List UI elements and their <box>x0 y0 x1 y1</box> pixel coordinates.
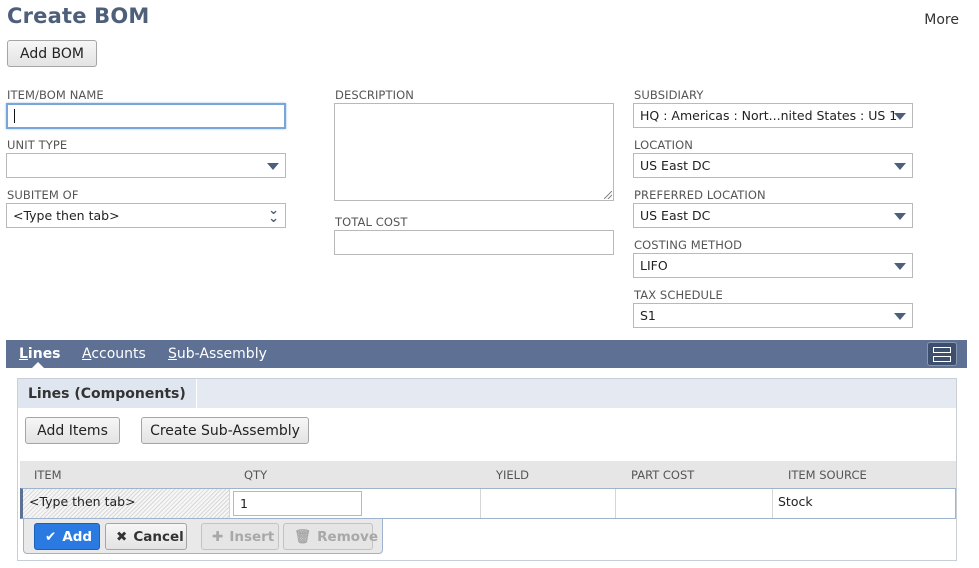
subitem-of-input[interactable]: <Type then tab> ⌄ ⌄ <box>6 203 286 228</box>
tax-schedule-select[interactable]: S1 <box>633 303 913 328</box>
column-header-item-source: ITEM SOURCE <box>788 468 867 482</box>
subtab-strip: Lines (Components) <box>18 379 956 408</box>
tab-sub-assembly-label: ub-Assembly <box>176 346 267 362</box>
item-bom-name-input[interactable] <box>6 103 286 129</box>
unit-type-label: UNIT TYPE <box>7 138 68 152</box>
row-qty-input[interactable]: 1 <box>233 491 362 516</box>
checkmark-icon: ✔ <box>45 528 57 545</box>
row-qty-value: 1 <box>240 496 248 511</box>
plus-icon: ✚ <box>212 528 224 545</box>
column-header-item: ITEM <box>34 468 62 482</box>
resize-grip-icon[interactable] <box>604 191 612 199</box>
row-item-source-value[interactable]: Stock <box>778 494 813 509</box>
location-value: US East DC <box>640 158 711 173</box>
add-bom-button[interactable]: Add BOM <box>7 40 97 67</box>
subsidiary-value: HQ : Americas : Nort...nited States : US… <box>640 108 898 123</box>
layout-toggle-icon[interactable] <box>927 342 957 366</box>
costing-method-value: LIFO <box>640 258 668 273</box>
active-tab-pointer <box>32 362 44 368</box>
double-chevron-down-icon[interactable]: ⌄ ⌄ <box>268 204 279 225</box>
add-line-button[interactable]: ✔ Add <box>34 523 100 550</box>
column-header-part-cost: PART COST <box>631 468 695 482</box>
subsidiary-label: SUBSIDIARY <box>634 88 704 102</box>
item-bom-name-label: ITEM/BOM NAME <box>7 88 104 102</box>
tab-accounts-label: ccounts <box>91 346 146 362</box>
chevron-down-icon <box>267 163 279 170</box>
preferred-location-select[interactable]: US East DC <box>633 203 913 228</box>
subitem-of-value: <Type then tab> <box>13 208 120 223</box>
remove-line-button[interactable]: 🗑 Remove <box>283 523 378 550</box>
unit-type-select[interactable] <box>6 153 286 178</box>
page-title: Create BOM <box>7 4 150 28</box>
add-items-button[interactable]: Add Items <box>25 417 120 444</box>
row-item-input[interactable]: <Type then tab> <box>29 494 136 509</box>
preferred-location-value: US East DC <box>640 208 711 223</box>
cancel-line-label: Cancel <box>133 528 184 545</box>
total-cost-label: TOTAL COST <box>335 215 408 229</box>
trash-icon: 🗑 <box>294 528 312 545</box>
insert-line-label: Insert <box>229 528 275 545</box>
tab-sub-assembly-mnemonic: S <box>168 346 177 362</box>
description-textarea[interactable] <box>334 103 614 201</box>
total-cost-input[interactable] <box>334 230 614 255</box>
cancel-line-button[interactable]: ✖ Cancel <box>105 523 187 550</box>
location-label: LOCATION <box>634 138 693 152</box>
chevron-down-icon <box>894 313 906 320</box>
tab-lines-mnemonic: L <box>19 346 28 362</box>
tab-accounts-mnemonic: A <box>82 346 92 362</box>
subsidiary-select[interactable]: HQ : Americas : Nort...nited States : US… <box>633 103 913 128</box>
chevron-down-icon <box>894 163 906 170</box>
cell-divider <box>772 489 773 518</box>
tax-schedule-label: TAX SCHEDULE <box>634 288 723 302</box>
preferred-location-label: PREFERRED LOCATION <box>634 188 766 202</box>
location-select[interactable]: US East DC <box>633 153 913 178</box>
insert-line-button[interactable]: ✚ Insert <box>201 523 279 550</box>
table-row[interactable]: <Type then tab> 1 Stock <box>20 488 956 519</box>
column-header-yield: YIELD <box>496 468 529 482</box>
subitem-of-label: SUBITEM OF <box>7 188 79 202</box>
grid-header: ITEM QTY YIELD PART COST ITEM SOURCE <box>20 461 956 488</box>
description-label: DESCRIPTION <box>335 88 414 102</box>
chevron-down-icon <box>894 213 906 220</box>
tax-schedule-value: S1 <box>640 308 656 323</box>
text-cursor <box>14 109 15 123</box>
cell-divider <box>229 489 230 518</box>
remove-line-label: Remove <box>317 528 378 545</box>
chevron-down-icon <box>894 263 906 270</box>
tab-accounts[interactable]: Accounts <box>82 346 146 362</box>
close-icon: ✖ <box>116 528 128 545</box>
more-menu-link[interactable]: More <box>924 12 959 28</box>
subtab-bar: Lines Accounts Sub-Assembly <box>6 340 967 368</box>
costing-method-select[interactable]: LIFO <box>633 253 913 278</box>
tab-lines-label: ines <box>27 346 61 362</box>
lines-panel: Lines (Components) Add Items Create Sub-… <box>17 378 957 561</box>
tab-lines[interactable]: Lines <box>19 346 61 362</box>
create-sub-assembly-button[interactable]: Create Sub-Assembly <box>141 417 309 444</box>
cell-divider <box>480 489 481 518</box>
chevron-down-icon <box>894 113 906 120</box>
row-actions-bar: ✔ Add ✖ Cancel ✚ Insert 🗑 Remove <box>23 519 383 554</box>
cell-divider <box>615 489 616 518</box>
tab-sub-assembly[interactable]: Sub-Assembly <box>168 346 267 362</box>
costing-method-label: COSTING METHOD <box>634 238 743 252</box>
subtab-lines-components[interactable]: Lines (Components) <box>18 379 197 408</box>
add-line-label: Add <box>62 528 93 545</box>
column-header-qty: QTY <box>244 468 268 482</box>
